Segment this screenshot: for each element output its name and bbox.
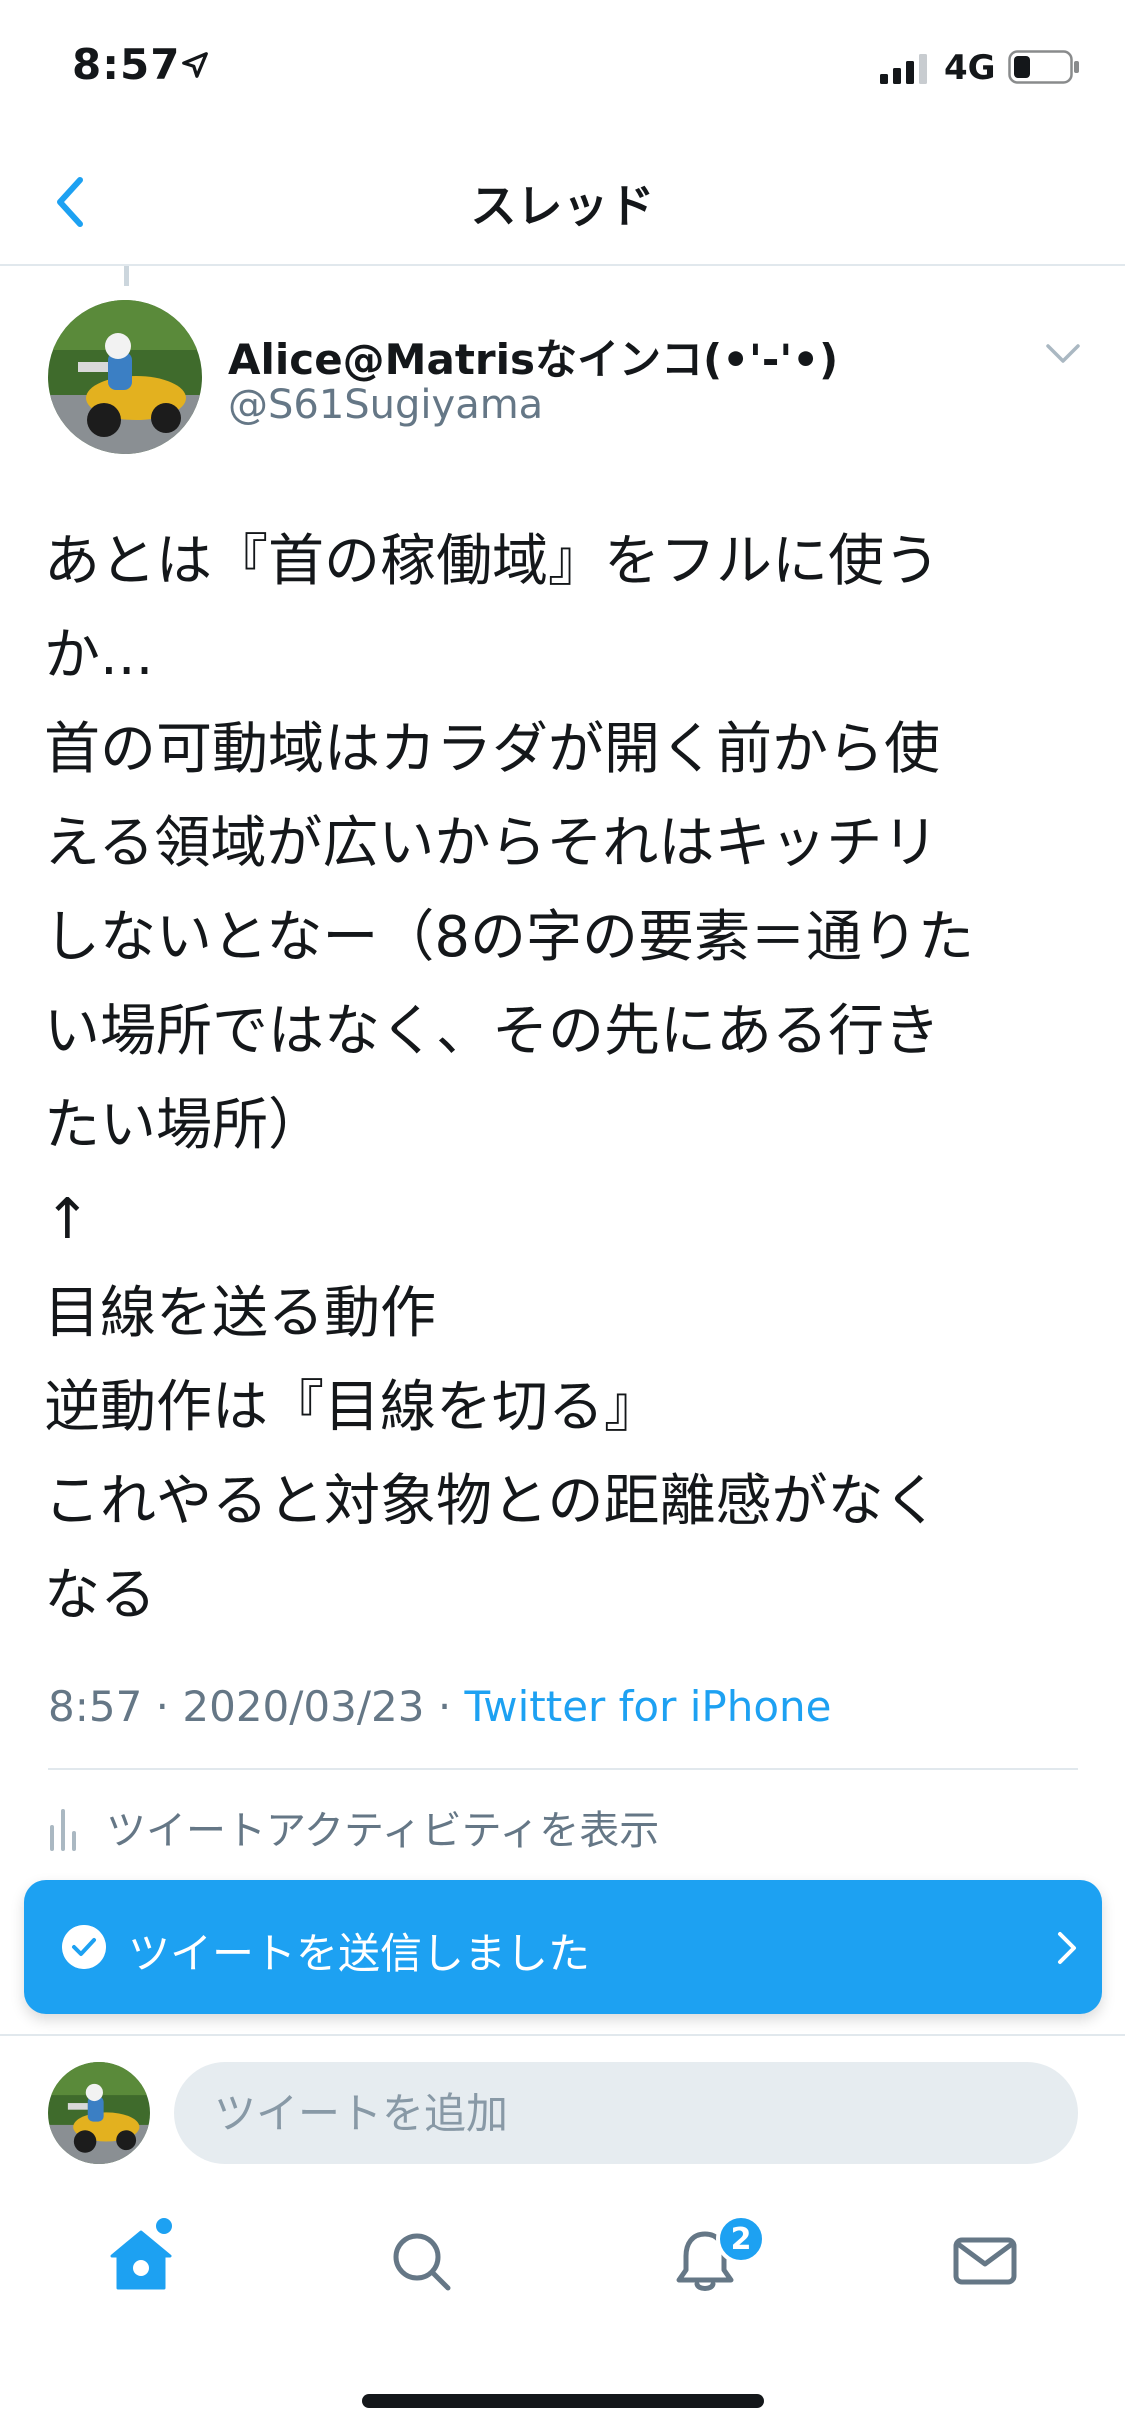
avatar-image: [48, 300, 202, 454]
tweet-text: あとは『首の稼働域』をフルに使う か... 首の可動域はカラダが開く前から使 え…: [44, 515, 1084, 1643]
tweet-text-line: これやると対象物との距離感がなく: [44, 1469, 940, 1534]
mail-icon: [953, 2237, 1017, 2285]
home-indicator: [362, 2394, 764, 2408]
new-content-dot: [156, 2218, 172, 2234]
network-type: 4G: [944, 48, 996, 88]
tweet-activity-label: ツイートアクティビティを表示: [106, 1808, 660, 1854]
tweet-text-line: か...: [44, 623, 154, 688]
tweet-text-line: あとは『首の稼働域』をフルに使う: [44, 529, 940, 594]
tweet-text-line: 首の可動域はカラダが開く前から使: [44, 717, 940, 782]
tab-home[interactable]: [86, 2206, 196, 2316]
my-avatar[interactable]: [48, 2062, 150, 2164]
tweet-date: 2020/03/23: [182, 1682, 425, 1731]
search-icon: [393, 2233, 451, 2291]
tweet-text-line: なる: [44, 1563, 156, 1628]
location-arrow-icon: [182, 52, 208, 78]
chevron-down-icon[interactable]: [1040, 330, 1086, 376]
tweet-text-line: 逆動作は『目線を切る』: [44, 1375, 660, 1440]
chevron-right-icon: [1058, 1932, 1076, 1964]
tab-notifications[interactable]: 2: [650, 2206, 766, 2316]
home-icon: [110, 2230, 172, 2290]
tweet-text-line: たい場所）: [44, 1093, 324, 1158]
tweet-sent-toast[interactable]: ツイートを送信しました: [24, 1880, 1102, 2014]
meta-separator: ·: [424, 1682, 465, 1731]
cellular-signal-icon: [880, 54, 927, 84]
bar-chart-icon: [50, 1809, 76, 1851]
nav-header: スレッド: [0, 140, 1125, 266]
tweet-text-line: 目線を送る動作: [44, 1281, 436, 1346]
tweet-source-link[interactable]: Twitter for iPhone: [465, 1682, 832, 1731]
status-bar: 8:57 4G: [0, 0, 1125, 140]
tweet-meta: 8:57 · 2020/03/23 · Twitter for iPhone: [48, 1682, 832, 1731]
thread-connector-line: [124, 266, 129, 286]
tweet-activity-button[interactable]: ツイートアクティビティを表示: [48, 1792, 659, 1862]
meta-separator: ·: [142, 1682, 183, 1731]
tweet-text-line: える領域が広いからそれはキッチリ: [44, 811, 939, 876]
tab-messages[interactable]: [930, 2206, 1040, 2316]
avatar[interactable]: [48, 300, 202, 454]
divider: [48, 1768, 1078, 1770]
page-title: スレッド: [470, 179, 655, 233]
user-handle[interactable]: @S61Sugiyama: [228, 382, 543, 428]
display-name[interactable]: Alice@Matrisなインコ(•'-'•): [228, 326, 838, 387]
battery-icon: [1008, 50, 1079, 84]
toast-message: ツイートを送信しました: [128, 1929, 591, 1978]
tweet-time: 8:57: [48, 1682, 143, 1731]
avatar-image: [48, 2062, 150, 2164]
divider: [0, 2034, 1125, 2036]
tweet-text-line: ↑: [44, 1187, 91, 1252]
tweet-text-line: しないとなー（8の字の要素＝通りた: [44, 905, 974, 970]
notification-badge: 2: [716, 2214, 766, 2264]
add-tweet-input[interactable]: [174, 2062, 1078, 2164]
tab-bar: 2: [0, 2186, 1125, 2336]
tweet-text-line: い場所ではなく、その先にある行き: [44, 999, 940, 1064]
check-circle-icon: [62, 1925, 106, 1969]
tab-search[interactable]: [366, 2206, 476, 2316]
status-time: 8:57: [72, 40, 181, 89]
